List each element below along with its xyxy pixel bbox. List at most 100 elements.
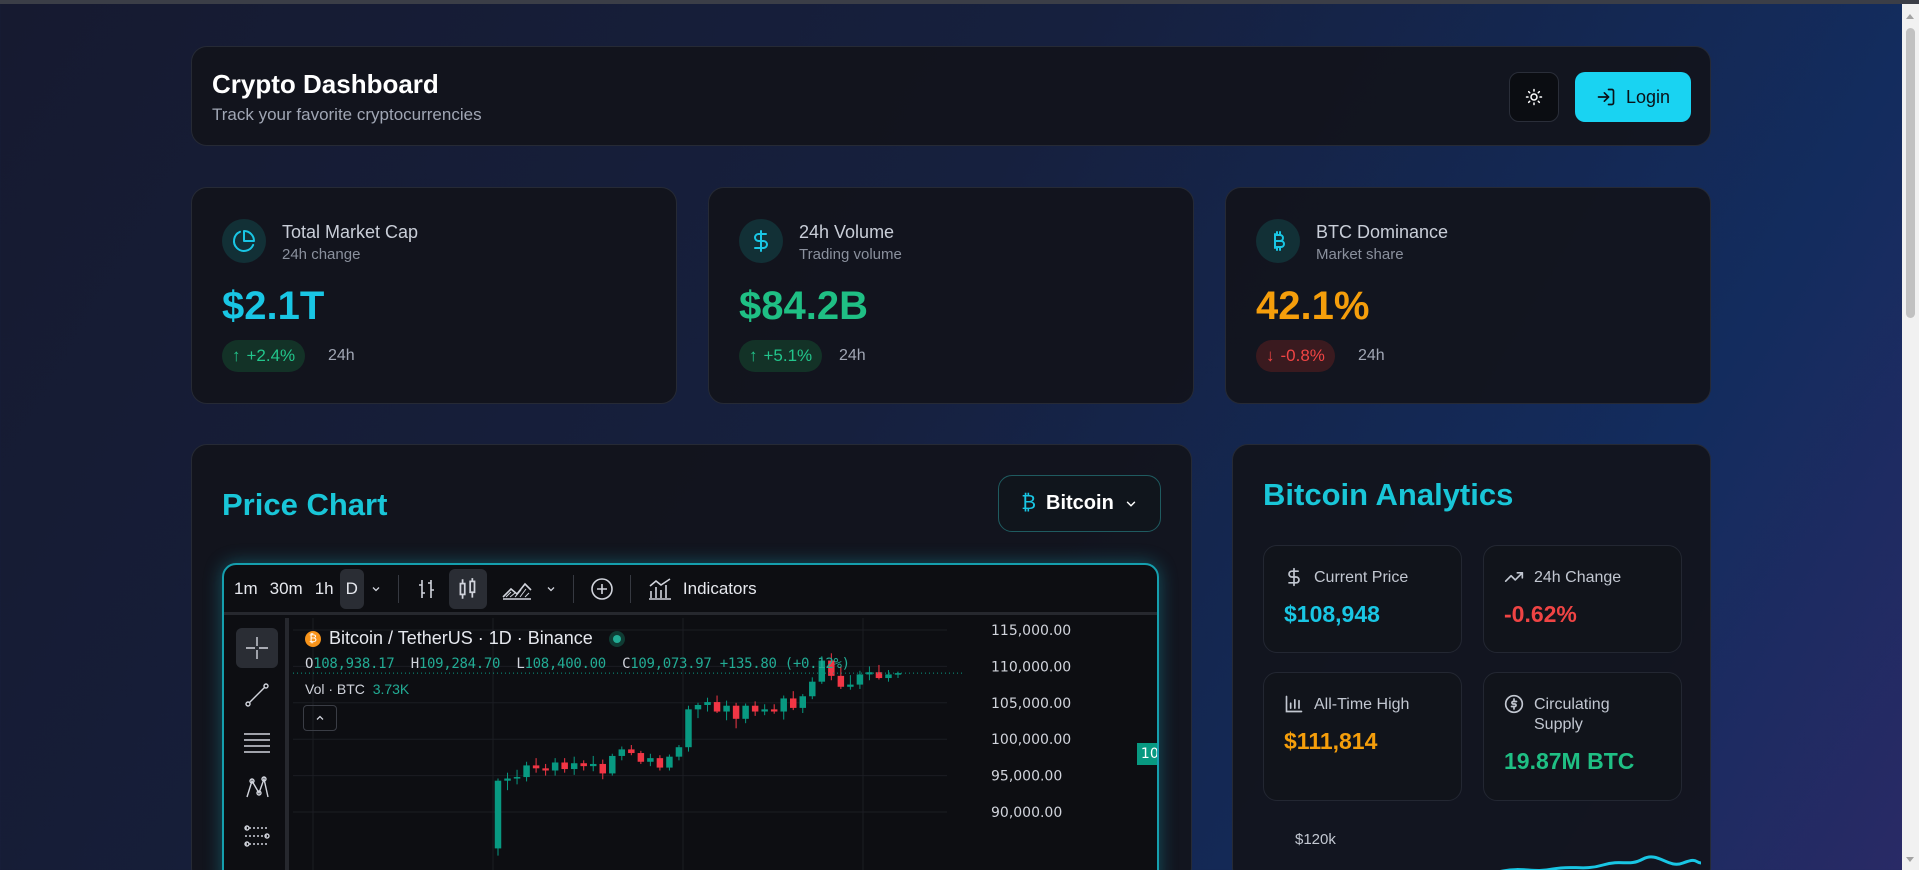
collapse-legend-button[interactable]	[303, 705, 337, 731]
stat-value: $2.1T	[222, 284, 325, 328]
market-status-icon	[608, 630, 625, 647]
coin-select-dropdown[interactable]: ₿ Bitcoin	[998, 475, 1161, 532]
candle-body	[751, 705, 759, 712]
tile-label: Circulating Supply	[1534, 696, 1610, 733]
candle-body	[732, 705, 740, 719]
candle-body	[790, 698, 797, 708]
candle-body	[742, 705, 749, 719]
candle-body	[723, 705, 730, 712]
y-tick-label: 90,000.00	[991, 805, 1062, 821]
candle-body	[666, 756, 673, 768]
bitcoin-logo-icon: ₿	[305, 630, 321, 647]
candle-body	[685, 709, 692, 748]
tile-current-price: Current Price $108,948	[1263, 545, 1462, 653]
candle-body	[694, 704, 702, 710]
ohlc-values: O108,938.17 H109,284.70 L108,400.00 C109…	[305, 656, 850, 672]
tile-value: 19.87M BTC	[1504, 748, 1635, 774]
interval-d[interactable]: D	[339, 568, 364, 609]
interval-1h[interactable]: 1h	[309, 569, 340, 609]
bitcoin-icon	[1274, 231, 1285, 251]
tile-label: All-Time High	[1314, 696, 1410, 713]
chevron-down-icon	[1126, 501, 1136, 507]
browser-top-border	[0, 0, 1919, 4]
stat-title: 24h Volume	[799, 222, 895, 242]
area-chart-icon	[502, 582, 532, 600]
analytics-title: Bitcoin Analytics	[1263, 477, 1514, 512]
forecast-tool[interactable]	[236, 816, 278, 856]
candle-body	[885, 674, 892, 679]
candle-body	[847, 684, 854, 687]
stat-value: 42.1%	[1256, 284, 1370, 328]
horizontal-lines-icon	[244, 733, 270, 753]
pattern-icon	[246, 776, 269, 798]
stat-card-volume: 24h Volume Trading volume $84.2B ↑ +5.1%…	[708, 187, 1194, 404]
tile-value: -0.62%	[1504, 601, 1577, 627]
dollar-icon	[1288, 567, 1300, 587]
scroll-up-arrow[interactable]	[1906, 14, 1914, 19]
interval-dropdown[interactable]	[364, 569, 388, 609]
compare-bars-button[interactable]	[409, 569, 445, 609]
candle-body	[675, 747, 683, 757]
change-value: +2.4%	[246, 346, 296, 365]
tile-24h-change: 24h Change -0.62%	[1483, 545, 1682, 653]
candle-body	[856, 674, 864, 685]
candle-body	[561, 762, 568, 770]
trend-line-tool[interactable]	[236, 675, 278, 715]
price-plot-area[interactable]: 115,000.00 110,000.00 105,000.00 100,000.00…	[293, 618, 1157, 870]
change-value: +135.80 (+0.12%)	[719, 656, 850, 672]
stat-title: Total Market Cap	[282, 222, 419, 242]
candles-button[interactable]	[448, 568, 487, 609]
sun-icon	[1525, 88, 1543, 106]
candle-body	[713, 702, 721, 712]
scroll-thumb[interactable]	[1906, 28, 1915, 318]
chart-type-dropdown[interactable]	[539, 569, 563, 609]
stat-title: BTC Dominance	[1316, 222, 1449, 242]
volume-legend: Vol · BTC 3.73K	[305, 681, 410, 697]
change-value: -0.8%	[1280, 346, 1325, 365]
y-tick-label: 110,000.00	[991, 659, 1071, 675]
arrow-up-icon: ↑	[232, 346, 241, 365]
dashboard-header: Crypto Dashboard Track your favorite cry…	[191, 46, 1711, 146]
chart-type-button[interactable]	[495, 569, 539, 609]
scroll-down-arrow[interactable]	[1906, 857, 1914, 862]
bar-chart-icon	[1285, 695, 1303, 713]
chart-toolbar: 1m 30m 1h D Indicators	[224, 565, 1157, 615]
stat-card-btc-dominance: BTC Dominance Market share 42.1% ↓ -0.8%…	[1225, 187, 1711, 404]
y-tick-label: 115,000.00	[991, 623, 1071, 639]
candle-body	[523, 765, 530, 778]
candle-body	[656, 758, 664, 768]
stat-subtitle: Trading volume	[799, 246, 902, 263]
login-label: Login	[1625, 86, 1671, 107]
login-button[interactable]: Login	[1575, 72, 1691, 122]
bitcoin-icon: ₿	[1021, 492, 1037, 514]
candle-body	[647, 758, 654, 762]
trend-line-icon	[245, 683, 269, 707]
pattern-tool[interactable]	[236, 769, 278, 809]
add-indicator-button[interactable]	[584, 569, 620, 609]
interval-30m[interactable]: 30m	[264, 569, 309, 609]
crosshair-icon	[246, 637, 268, 659]
change-value: +5.1%	[763, 346, 813, 365]
fib-retracement-tool[interactable]	[236, 722, 278, 762]
candle-body	[494, 780, 502, 849]
theme-toggle-button[interactable]	[1509, 72, 1559, 122]
interval-1m[interactable]: 1m	[228, 569, 264, 609]
candle-body	[570, 763, 578, 770]
tile-circulating-supply: Circulating Supply 19.87M BTC	[1483, 672, 1682, 801]
candle-body	[637, 753, 645, 762]
mini-price-chart	[1499, 855, 1702, 870]
page-scrollbar[interactable]	[1902, 4, 1919, 870]
change-badge: ↑ +5.1%	[739, 340, 823, 372]
crosshair-tool[interactable]	[236, 628, 278, 668]
stat-card-market-cap: Total Market Cap 24h change $2.1T ↑ +2.4…	[191, 187, 677, 404]
candle-body	[504, 778, 511, 781]
tile-label: Current Price	[1314, 569, 1409, 586]
candle-body	[609, 755, 616, 774]
candle-body	[837, 675, 845, 687]
indicators-button[interactable]: Indicators	[641, 569, 763, 609]
candlestick-icon	[459, 577, 476, 599]
tradingview-widget[interactable]: 1m 30m 1h D Indicators 115,000.00 110,00…	[222, 563, 1159, 870]
tile-value: $111,814	[1284, 728, 1378, 754]
chevron-up-icon	[316, 715, 324, 720]
candle-body	[799, 696, 806, 708]
